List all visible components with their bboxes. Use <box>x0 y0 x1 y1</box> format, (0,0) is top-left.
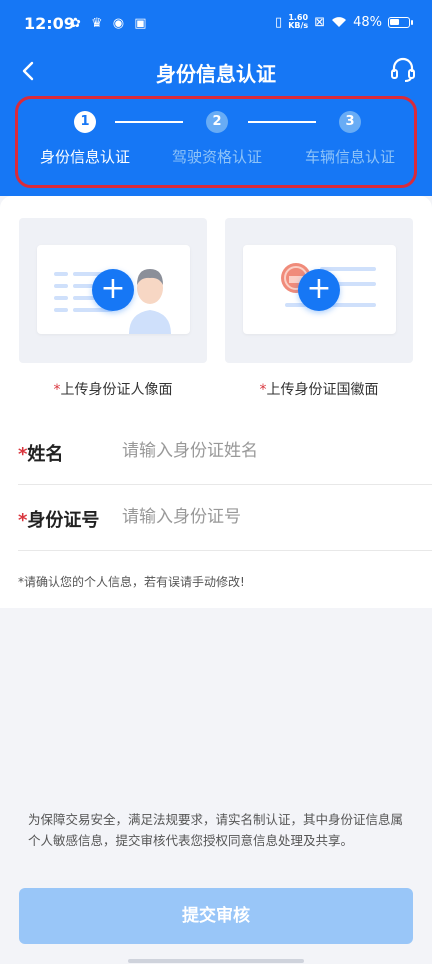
status-bar: 12:09 ✿ ♛ ◉ ▣ ▯ 1.60 KB/s ⊠ 48% <box>0 0 432 52</box>
name-input[interactable] <box>122 436 402 466</box>
status-time: 12:09 <box>24 14 75 33</box>
upload-back-label: 上传身份证国徽面 <box>266 382 379 398</box>
upload-id-back[interactable]: + <box>225 218 413 363</box>
page-title: 身份信息认证 <box>156 62 276 86</box>
id-number-input[interactable] <box>122 502 402 532</box>
required-mark: * <box>18 444 28 465</box>
step-number: 1 <box>74 111 96 133</box>
step-label: 车辆信息认证 <box>304 148 395 166</box>
vibrate-icon: ▯ <box>275 14 283 30</box>
progress-steps: 1 身份信息认证 2 驾驶资格认证 3 车辆信息认证 <box>15 96 417 188</box>
battery-percent: 48% <box>353 14 382 30</box>
id-number-label-text: 身份证号 <box>27 510 100 531</box>
name-label-text: 姓名 <box>27 444 64 465</box>
headset-icon[interactable] <box>388 54 418 84</box>
id-number-label: *身份证号 <box>18 506 99 532</box>
home-indicator[interactable] <box>128 959 304 963</box>
required-mark: * <box>259 382 267 398</box>
form-card: + *上传身份证人像面 + *上传身份证国徽面 *姓名 *身份证号 *请确认您的… <box>0 196 432 608</box>
notification-icons: ✿ ♛ ◉ ▣ <box>70 16 150 31</box>
upload-back-caption: *上传身份证国徽面 <box>225 379 413 399</box>
required-mark: * <box>53 382 61 398</box>
step-label: 身份信息认证 <box>39 148 130 166</box>
upload-front-caption: *上传身份证人像面 <box>19 379 207 399</box>
header: 12:09 ✿ ♛ ◉ ▣ ▯ 1.60 KB/s ⊠ 48% 身份信息认证 1… <box>0 0 432 196</box>
nav-bar: 身份信息认证 <box>0 52 432 92</box>
add-photo-icon[interactable]: + <box>92 269 134 311</box>
upload-front-label: 上传身份证人像面 <box>60 382 173 398</box>
step-vehicle-info: 3 车辆信息认证 <box>280 111 420 167</box>
confirm-hint: *请确认您的个人信息，若有误请手动修改! <box>18 575 245 589</box>
step-number: 3 <box>339 111 361 133</box>
step-number: 2 <box>206 111 228 133</box>
battery-icon <box>388 16 413 28</box>
step-label: 驾驶资格认证 <box>171 148 262 166</box>
name-label: *姓名 <box>18 440 63 466</box>
wifi-icon <box>332 17 347 27</box>
submit-button[interactable]: 提交审核 <box>19 888 413 944</box>
step-identity: 1 身份信息认证 <box>15 111 155 167</box>
sim-icon: ⊠ <box>314 14 326 30</box>
upload-id-front[interactable]: + <box>19 218 207 363</box>
required-mark: * <box>18 510 28 531</box>
id-number-row: *身份证号 <box>18 486 432 551</box>
privacy-notice: 为保障交易安全，满足法规要求，请实名制认证，其中身份证信息属个人敏感信息，提交审… <box>28 812 404 848</box>
step-driving-qualification: 2 驾驶资格认证 <box>147 111 287 167</box>
add-photo-icon[interactable]: + <box>298 269 340 311</box>
network-speed-unit: KB/s <box>288 21 309 30</box>
network-speed: 1.60 KB/s <box>288 14 308 30</box>
status-right: ▯ 1.60 KB/s ⊠ 48% <box>275 14 413 30</box>
name-row: *姓名 <box>18 420 432 485</box>
